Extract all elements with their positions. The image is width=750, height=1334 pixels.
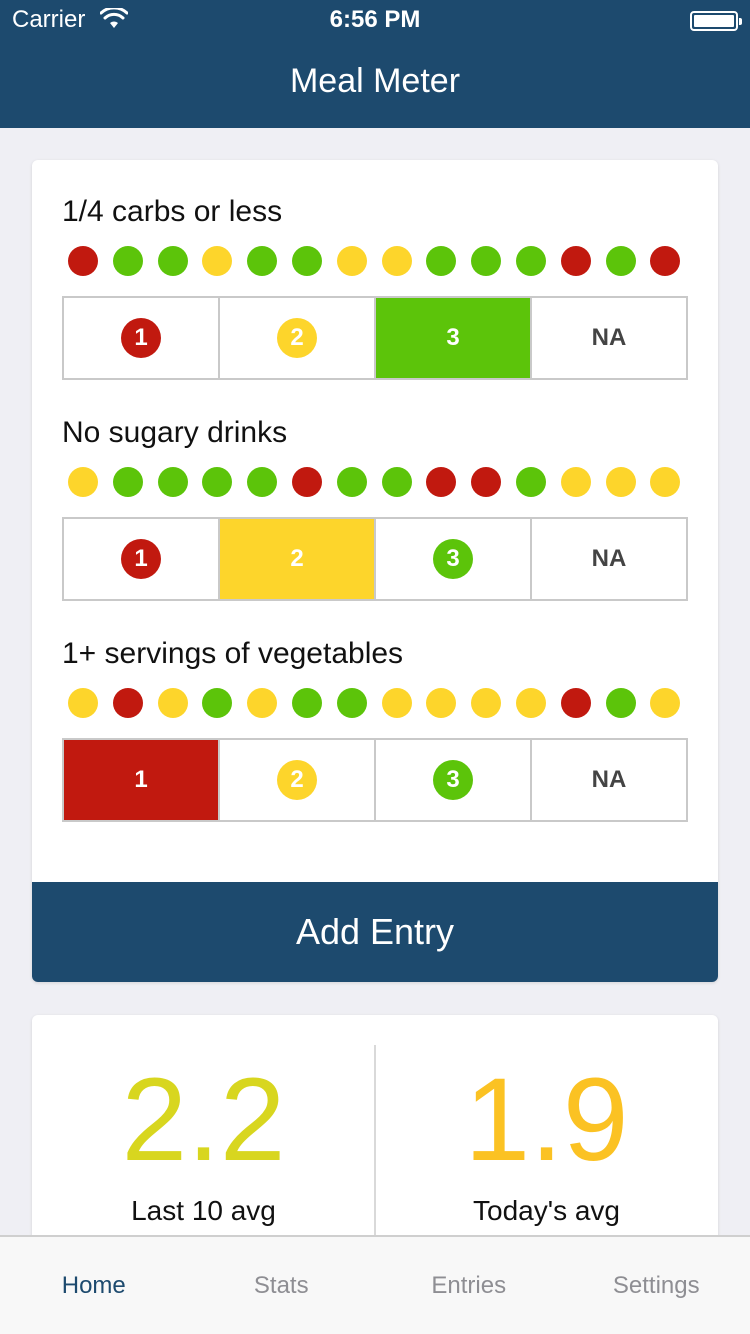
history-dot-green — [157, 467, 188, 497]
rating-option-label: 2 — [277, 318, 317, 358]
tab-stats[interactable]: Stats — [188, 1237, 376, 1334]
history-dot-yellow — [68, 688, 98, 718]
history-dot-red — [650, 246, 681, 276]
history-dot-red — [112, 688, 143, 718]
question-title: 1/4 carbs or less — [62, 195, 283, 228]
battery-icon — [690, 11, 742, 31]
tab-entries[interactable]: Entries — [375, 1237, 563, 1334]
rating-selector: 1 2 3 NA — [62, 517, 688, 601]
rating-option-2[interactable]: 2 — [220, 298, 376, 378]
rating-option-label: 1 — [134, 766, 148, 793]
status-bar: Carrier 6:56 PM — [0, 0, 750, 40]
history-dot-yellow — [68, 467, 98, 497]
history-dot-yellow — [247, 688, 278, 718]
entry-card: 1/4 carbs or less 1 2 3 NA No sugary drinks… — [32, 160, 718, 982]
history-dot-green — [336, 467, 367, 497]
rating-option-label: 2 — [290, 545, 304, 572]
rating-option-label: 3 — [433, 539, 473, 579]
history-dot-red — [68, 246, 98, 276]
history-dot-green — [471, 246, 502, 276]
question-carbs: 1/4 carbs or less 1 2 3 NA — [62, 192, 702, 380]
history-dot-yellow — [515, 688, 546, 718]
history-dot-yellow — [381, 688, 412, 718]
history-dot-green — [336, 688, 367, 718]
rating-option-na[interactable]: NA — [532, 298, 686, 378]
history-dot-yellow — [471, 688, 502, 718]
history-dot-green — [381, 467, 412, 497]
stat-label: Last 10 avg — [131, 1195, 276, 1226]
history-dot-yellow — [381, 246, 412, 276]
history-dot-green — [157, 246, 188, 276]
rating-option-2[interactable]: 2 — [220, 740, 376, 820]
rating-option-1[interactable]: 1 — [64, 740, 220, 820]
history-dot-yellow — [336, 246, 367, 276]
rating-option-label: NA — [591, 324, 627, 351]
rating-selector: 1 2 3 NA — [62, 738, 688, 822]
history-dot-green — [515, 246, 546, 276]
rating-option-3[interactable]: 3 — [376, 519, 532, 599]
history-dot-yellow — [650, 467, 681, 497]
rating-selector: 1 2 3 NA — [62, 296, 688, 380]
history-dot-green — [247, 246, 278, 276]
tab-home[interactable]: Home — [0, 1237, 188, 1334]
history-dot-green — [605, 246, 636, 276]
history-dot-green — [426, 246, 457, 276]
rating-option-3[interactable]: 3 — [376, 740, 532, 820]
history-dot-green — [605, 688, 636, 718]
rating-option-label: NA — [591, 766, 627, 793]
history-dots — [68, 688, 695, 718]
rating-option-3[interactable]: 3 — [376, 298, 532, 378]
history-dot-green — [112, 467, 143, 497]
rating-option-label: 3 — [433, 760, 473, 800]
rating-option-label: 2 — [277, 760, 317, 800]
history-dot-green — [202, 688, 233, 718]
history-dot-yellow — [426, 688, 457, 718]
history-dot-yellow — [560, 467, 591, 497]
rating-option-label: NA — [591, 545, 627, 572]
question-sugary-drinks: No sugary drinks 1 2 3 NA — [62, 413, 702, 601]
nav-bar: Carrier 6:56 PM Meal Meter — [0, 0, 750, 128]
question-vegetables: 1+ servings of vegetables 1 2 3 NA — [62, 634, 702, 822]
add-entry-button[interactable]: Add Entry — [32, 882, 718, 982]
rating-option-1[interactable]: 1 — [64, 519, 220, 599]
tab-bar: Home Stats Entries Settings — [0, 1235, 750, 1334]
page-title: Meal Meter — [289, 62, 461, 100]
rating-option-na[interactable]: NA — [532, 519, 686, 599]
history-dot-green — [291, 246, 322, 276]
stat-value: 2.2 — [121, 1054, 286, 1186]
question-title: No sugary drinks — [62, 416, 288, 449]
history-dot-green — [202, 467, 233, 497]
history-dot-yellow — [605, 467, 636, 497]
history-dot-yellow — [202, 246, 233, 276]
history-dots — [68, 467, 695, 497]
stat-value: 1.9 — [464, 1054, 629, 1186]
question-title: 1+ servings of vegetables — [62, 637, 404, 670]
stat-label: Today's avg — [473, 1195, 620, 1226]
rating-option-na[interactable]: NA — [532, 740, 686, 820]
history-dot-red — [426, 467, 457, 497]
history-dot-green — [247, 467, 278, 497]
rating-option-label: 3 — [446, 324, 460, 351]
clock: 6:56 PM — [329, 6, 421, 33]
history-dot-green — [112, 246, 143, 276]
history-dot-yellow — [157, 688, 188, 718]
rating-option-label: 1 — [121, 318, 161, 358]
stat-today: 1.9 Today's avg — [375, 1015, 718, 1255]
history-dot-red — [471, 467, 502, 497]
stat-last-10: 2.2 Last 10 avg — [32, 1015, 375, 1255]
rating-option-1[interactable]: 1 — [64, 298, 220, 378]
rating-option-2[interactable]: 2 — [220, 519, 376, 599]
tab-settings[interactable]: Settings — [563, 1237, 750, 1334]
history-dot-yellow — [650, 688, 681, 718]
stats-card: 2.2 Last 10 avg 1.9 Today's avg — [32, 1015, 718, 1255]
history-dot-green — [515, 467, 546, 497]
history-dot-green — [291, 688, 322, 718]
history-dot-red — [291, 467, 322, 497]
history-dot-red — [560, 688, 591, 718]
history-dot-red — [560, 246, 591, 276]
rating-option-label: 1 — [121, 539, 161, 579]
history-dots — [68, 246, 695, 276]
